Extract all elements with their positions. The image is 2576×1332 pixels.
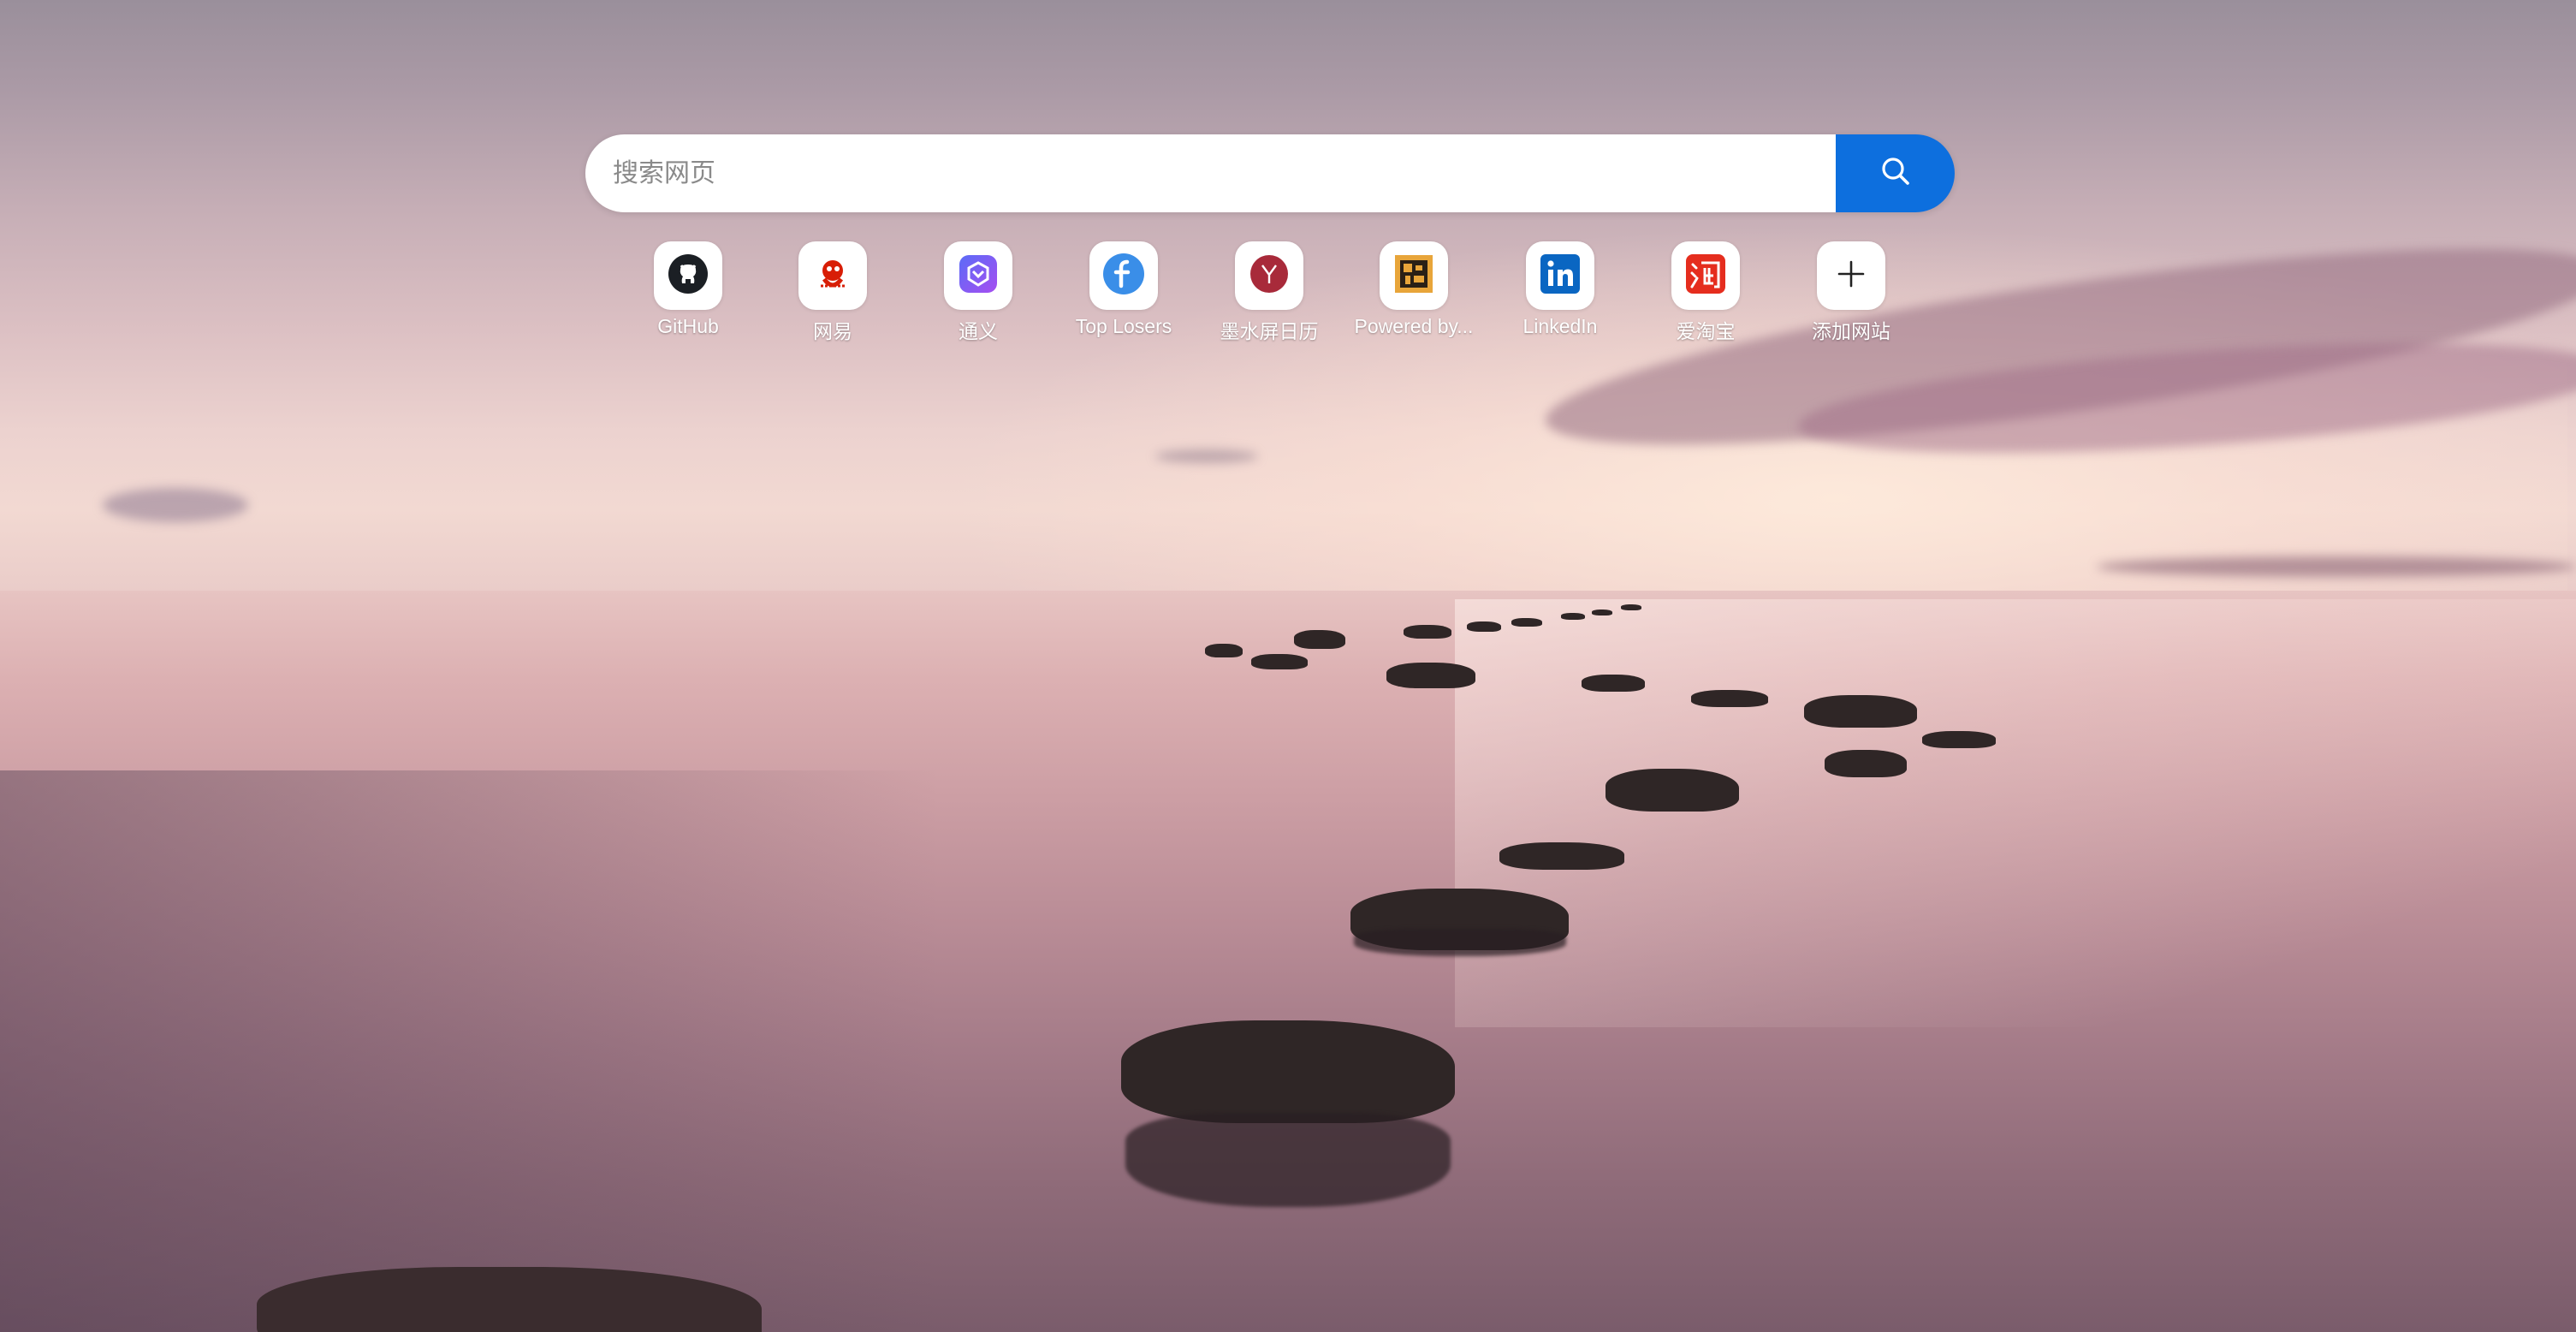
shortcut-taobao[interactable]: 爱淘宝	[1633, 241, 1778, 344]
shortcut-label: LinkedIn	[1522, 315, 1598, 337]
powered-by-icon	[1393, 253, 1434, 299]
eink-calendar-icon	[1249, 253, 1290, 299]
search-bar	[585, 134, 1955, 212]
shortcut-grid: GitHub 网易 通义 Top Losers 墨水屏日历 Powered by…	[0, 241, 2576, 344]
plus-icon	[1834, 257, 1868, 295]
shortcut-powered-by[interactable]: Powered by...	[1341, 241, 1487, 338]
shortcut-label: 爱淘宝	[1676, 320, 1736, 342]
shortcut-netease[interactable]: 网易	[760, 241, 905, 344]
search-input[interactable]	[585, 134, 1836, 212]
shortcut-label: Powered by...	[1354, 315, 1474, 337]
github-icon	[667, 253, 709, 300]
shortcut-top-losers[interactable]: Top Losers	[1051, 241, 1196, 338]
shortcut-eink-calendar[interactable]: 墨水屏日历	[1196, 241, 1342, 344]
shortcut-label: 添加网站	[1812, 320, 1890, 342]
shortcut-label: Top Losers	[1075, 315, 1172, 337]
tongyi-icon	[957, 253, 1000, 300]
linkedin-icon	[1539, 253, 1582, 300]
shortcut-label: 墨水屏日历	[1220, 320, 1319, 342]
shortcut-label: 通义	[959, 320, 998, 342]
shortcut-label: GitHub	[657, 315, 719, 337]
shortcut-linkedin[interactable]: LinkedIn	[1487, 241, 1633, 338]
add-website-button[interactable]: 添加网站	[1778, 241, 1924, 344]
shortcut-tongyi[interactable]: 通义	[905, 241, 1051, 344]
netease-icon	[812, 253, 853, 299]
shortcut-label: 网易	[813, 320, 852, 342]
shortcut-github[interactable]: GitHub	[615, 241, 761, 338]
top-losers-icon	[1101, 252, 1146, 300]
search-button[interactable]	[1836, 134, 1955, 212]
taobao-icon	[1684, 253, 1727, 300]
search-icon	[1879, 154, 1913, 193]
